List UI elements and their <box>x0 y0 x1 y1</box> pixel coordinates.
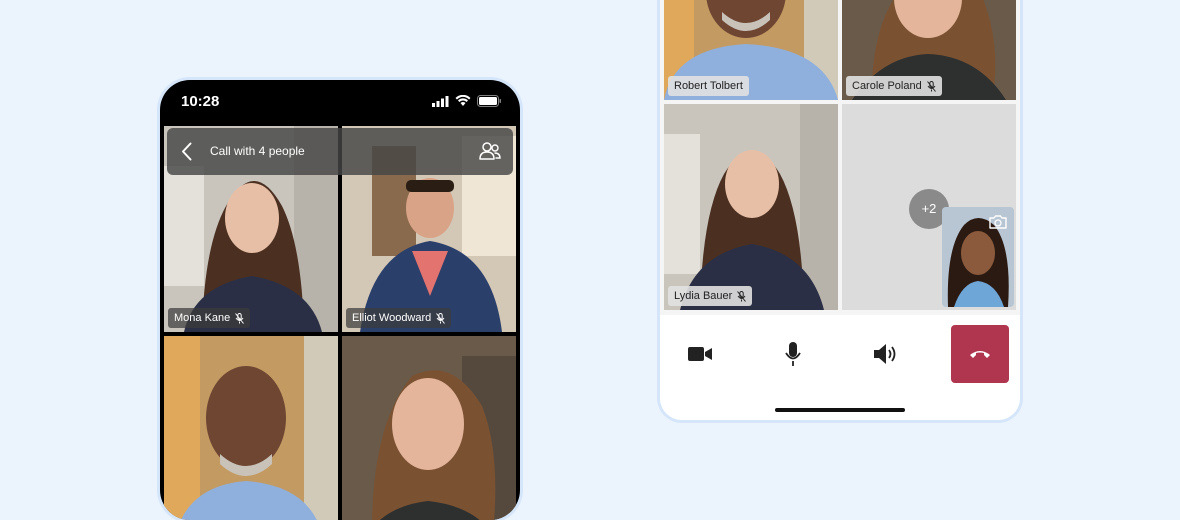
end-call-button[interactable] <box>951 325 1009 383</box>
call-controls <box>660 315 1020 420</box>
participant-name-tag: Lydia Bauer <box>668 286 753 306</box>
status-bar: 10:28 <box>160 80 520 124</box>
call-header-bar: Call with 4 people <box>167 128 513 175</box>
video-toggle-button[interactable] <box>671 325 729 383</box>
hang-up-icon <box>970 351 990 358</box>
cellular-signal-icon <box>432 95 449 107</box>
video-tile-lydia-bauer[interactable]: Lydia Bauer <box>664 104 838 310</box>
participant-name: Carole Poland <box>852 80 922 92</box>
switch-camera-icon[interactable] <box>988 214 1008 230</box>
status-icons <box>432 95 502 107</box>
speaker-button[interactable] <box>857 325 915 383</box>
participant-name-tag: Robert Tolbert <box>668 76 749 96</box>
mute-button[interactable] <box>764 325 822 383</box>
back-chevron-icon[interactable] <box>181 142 192 161</box>
call-title: Call with 4 people <box>210 144 305 158</box>
participant-name-tag: Mona Kane <box>168 308 251 328</box>
participant-name: Mona Kane <box>174 312 231 324</box>
mic-muted-icon <box>737 290 747 302</box>
phone-right: Robert Tolbert Carole Poland Lydia Bauer <box>660 0 1020 420</box>
wifi-icon <box>455 95 471 106</box>
video-camera-icon <box>688 347 712 361</box>
mic-muted-icon <box>436 312 446 324</box>
video-tile-robert-tolbert[interactable]: Robert Tolbert <box>664 0 838 100</box>
home-indicator <box>775 408 905 412</box>
participant-name-tag: Carole Poland <box>846 76 942 96</box>
video-tile-carole-poland[interactable]: Carole Poland <box>842 0 1016 100</box>
participant-name: Lydia Bauer <box>674 290 733 302</box>
microphone-icon <box>785 342 801 366</box>
participant-name: Robert Tolbert <box>674 80 743 92</box>
participants-icon[interactable] <box>479 141 501 161</box>
participant-name-tag: Elliot Woodward <box>346 308 452 328</box>
battery-icon <box>477 95 501 107</box>
speaker-icon <box>874 344 896 364</box>
participant-video <box>664 104 838 310</box>
participant-name: Elliot Woodward <box>352 312 432 324</box>
mic-muted-icon <box>235 312 245 324</box>
phone-left: 10:28 Mona Kane Elliot Woodward Call wit… <box>160 80 520 520</box>
video-tile-carole-poland[interactable] <box>342 336 516 520</box>
status-time: 10:28 <box>181 93 220 110</box>
video-tile-robert-tolbert[interactable] <box>164 336 338 520</box>
participant-video <box>342 336 516 520</box>
self-view-video[interactable] <box>942 207 1014 307</box>
mic-muted-icon <box>926 80 936 92</box>
participant-video <box>164 336 338 520</box>
